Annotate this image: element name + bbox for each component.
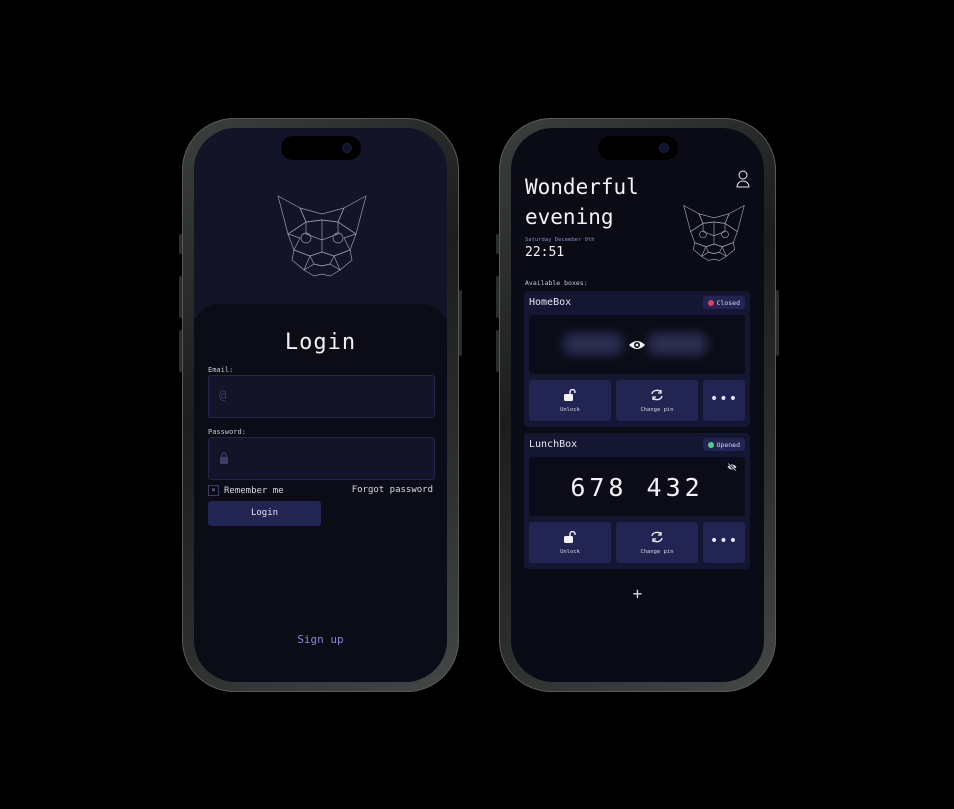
phone-power-button	[459, 290, 462, 356]
more-options-button[interactable]: •••	[703, 522, 745, 563]
unlock-label: Unlock	[560, 407, 580, 413]
eye-off-icon[interactable]	[727, 463, 737, 471]
change-pin-label: Change pin	[640, 549, 674, 555]
phone-login: Login Email: @ Password: × Remember me F…	[179, 118, 462, 692]
change-pin-button[interactable]: Change pin	[616, 522, 698, 563]
bulldog-logo-icon	[277, 195, 367, 277]
unlock-button[interactable]: Unlock	[529, 380, 611, 421]
password-field[interactable]	[208, 437, 435, 480]
email-label: Email:	[208, 366, 234, 374]
phone-action-button	[496, 234, 499, 254]
bulldog-logo-icon	[683, 204, 745, 261]
phone-volume-up	[496, 276, 499, 318]
date-label: Saturday December 9th	[525, 237, 595, 243]
box-card-lunchbox: LunchBox Opened 678 432 Unlock Change pi…	[524, 433, 750, 569]
eye-icon[interactable]	[628, 339, 646, 351]
phone-volume-up	[179, 276, 182, 318]
time-label: 22:51	[525, 245, 565, 260]
pin-display: 678 432	[529, 457, 745, 516]
login-button[interactable]: Login	[208, 501, 321, 526]
forgot-password-link[interactable]: Forgot password	[352, 485, 433, 495]
status-label: Opened	[716, 440, 740, 449]
status-dot-icon	[707, 299, 714, 306]
greeting-title: Wonderful evening	[525, 175, 639, 229]
phone-dashboard: Wonderful evening Saturday December 9th …	[496, 118, 779, 692]
password-label: Password:	[208, 428, 246, 436]
refresh-icon	[651, 531, 663, 543]
refresh-icon	[651, 389, 663, 401]
status-label: Closed	[716, 298, 740, 307]
change-pin-label: Change pin	[640, 407, 674, 413]
dynamic-island	[280, 136, 361, 160]
more-options-button[interactable]: •••	[703, 380, 745, 421]
sign-up-link[interactable]: Sign up	[194, 633, 447, 646]
blurred-pin	[563, 333, 623, 355]
change-pin-button[interactable]: Change pin	[616, 380, 698, 421]
remember-me-label: Remember me	[224, 485, 284, 496]
phone-action-button	[179, 234, 182, 254]
login-title: Login	[284, 330, 357, 355]
blurred-pin	[647, 333, 707, 355]
dynamic-island	[597, 136, 678, 160]
login-panel: Login Email: @ Password: × Remember me F…	[194, 304, 447, 682]
unlock-label: Unlock	[560, 549, 580, 555]
lock-icon	[220, 452, 228, 464]
pin-code: 678 432	[570, 473, 704, 502]
status-badge: Opened	[702, 438, 745, 451]
user-profile-icon[interactable]	[736, 170, 750, 188]
box-card-homebox: HomeBox Closed Unlock Change pin •••	[524, 291, 750, 427]
unlock-button[interactable]: Unlock	[529, 522, 611, 563]
unlock-icon	[564, 389, 576, 401]
unlock-icon	[564, 531, 576, 543]
phone-volume-down	[179, 330, 182, 372]
login-screen: Login Email: @ Password: × Remember me F…	[194, 128, 447, 682]
status-dot-icon	[707, 441, 714, 448]
remember-me[interactable]: × Remember me	[208, 485, 284, 496]
email-field[interactable]: @	[208, 375, 435, 418]
box-name: LunchBox	[529, 439, 578, 450]
add-box-button[interactable]: +	[511, 584, 764, 603]
phone-power-button	[776, 290, 779, 356]
available-boxes-label: Available boxes:	[525, 279, 588, 287]
remember-me-checkbox[interactable]: ×	[208, 485, 219, 496]
pin-display-hidden	[529, 315, 745, 374]
dashboard-screen: Wonderful evening Saturday December 9th …	[511, 128, 764, 682]
box-name: HomeBox	[529, 297, 572, 308]
phone-volume-down	[496, 330, 499, 372]
at-sign-icon: @	[219, 388, 227, 402]
status-badge: Closed	[702, 296, 745, 309]
